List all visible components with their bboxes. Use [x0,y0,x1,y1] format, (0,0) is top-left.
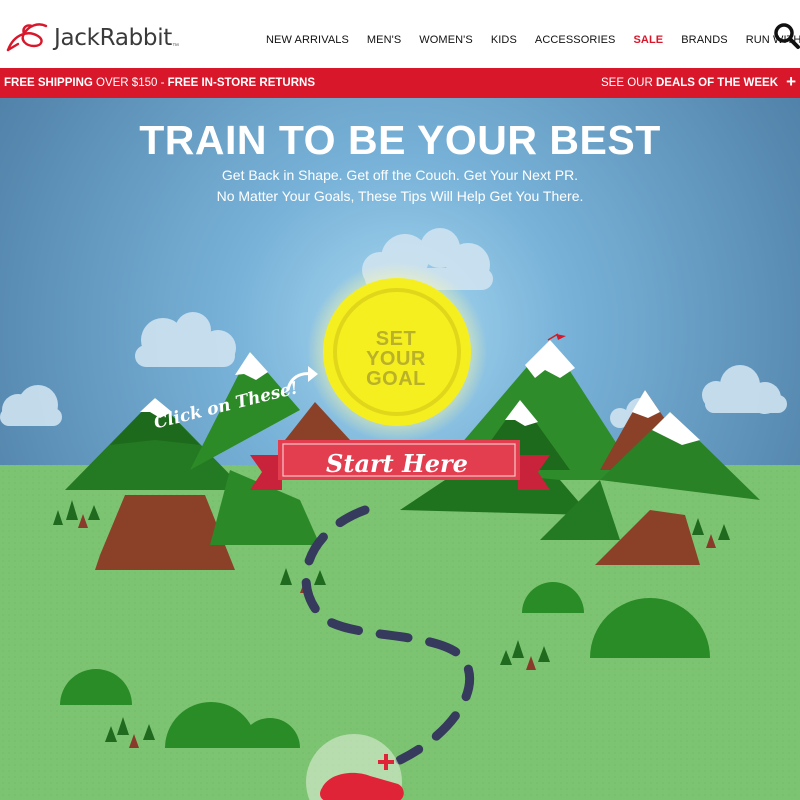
hero-subtitle-line-2: No Matter Your Goals, These Tips Will He… [216,188,584,204]
nav-accessories[interactable]: ACCESSORIES [535,34,616,46]
shipping-threshold-text: OVER $150 - [92,77,168,89]
deals-link[interactable]: SEE OUR DEALS OF THE WEEK [601,77,778,89]
brand-trademark: ™ [172,43,180,50]
nav-kids[interactable]: KIDS [491,34,517,46]
free-returns-text: FREE IN-STORE RETURNS [167,77,316,89]
deals-prefix: SEE OUR [601,77,656,89]
promo-bar: FREE SHIPPING OVER $150 - FREE IN-STORE … [0,68,800,98]
goal-line-3: GOAL [366,368,426,390]
goal-line-1: SET [375,328,417,350]
free-shipping-text: FREE SHIPPING [4,77,93,89]
nav-mens[interactable]: MEN'S [367,34,401,46]
nav-womens[interactable]: WOMEN'S [419,34,473,46]
main-nav: NEW ARRIVALS MEN'S WOMEN'S KIDS ACCESSOR… [266,34,800,46]
shipping-promo[interactable]: FREE SHIPPING OVER $150 - FREE IN-STORE … [4,77,315,89]
set-your-goal-button[interactable]: SET YOUR GOAL [348,329,444,389]
start-here-button[interactable]: Start Here [282,449,512,478]
brand-name: JackRabbit [54,25,173,51]
plus-icon[interactable]: + [786,72,796,92]
goal-line-2: YOUR [366,348,426,370]
rabbit-icon [6,23,48,52]
hero-title: TRAIN TO BE YOUR BEST [139,117,661,163]
search-icon[interactable] [773,22,800,50]
nav-brands[interactable]: BRANDS [681,34,727,46]
hero-subtitle-line-1: Get Back in Shape. Get off the Couch. Ge… [221,167,579,183]
nav-new-arrivals[interactable]: NEW ARRIVALS [266,34,349,46]
nav-sale[interactable]: SALE [633,34,663,46]
deals-text: DEALS OF THE WEEK [655,77,778,89]
site-header: JackRabbit ™ NEW ARRIVALS MEN'S WOMEN'S … [0,0,800,68]
brand-logo[interactable]: JackRabbit ™ [4,22,179,54]
